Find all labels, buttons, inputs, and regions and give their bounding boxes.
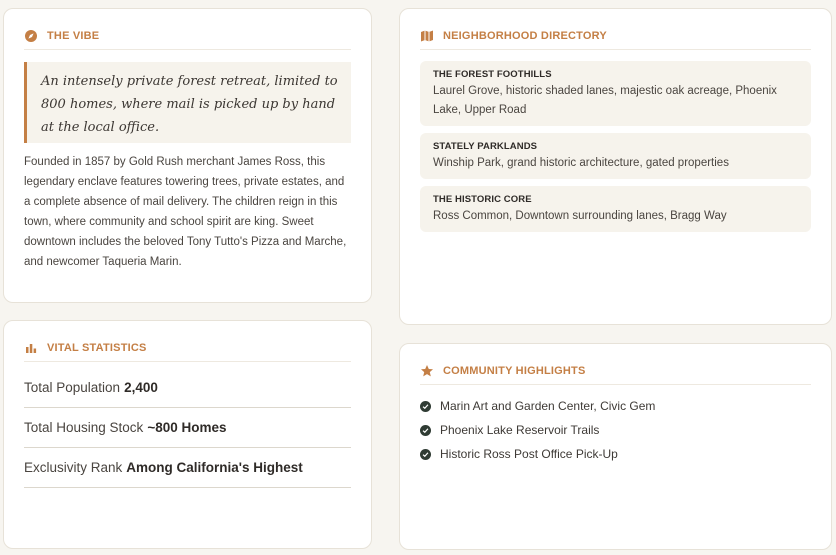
vibe-description: Founded in 1857 by Gold Rush merchant Ja… [24, 156, 347, 268]
neighborhood-item: THE HISTORIC CORE Ross Common, Downtown … [420, 186, 811, 232]
bar-chart-icon [24, 341, 38, 355]
neighborhood-description: Winship Park, grand historic architectur… [433, 157, 729, 169]
stats-list: Total Population 2,400 Total Housing Sto… [24, 368, 351, 488]
highlight-item: Marin Art and Garden Center, Civic Gem [420, 394, 811, 418]
vibe-quote: An intensely private forest retreat, lim… [24, 62, 351, 143]
stat-row-population: Total Population 2,400 [24, 368, 351, 408]
stat-value: 2,400 [124, 380, 158, 395]
neighborhood-list: THE FOREST FOOTHILLS Laurel Grove, histo… [420, 61, 811, 232]
check-circle-icon [420, 400, 431, 412]
highlights-list: Marin Art and Garden Center, Civic Gem P… [420, 394, 811, 466]
check-circle-icon [420, 448, 431, 460]
vibe-card: THE VIBE An intensely private forest ret… [3, 8, 372, 303]
check-circle-icon [420, 424, 431, 436]
stat-value: Among California's Highest [126, 460, 303, 475]
vibe-title: THE VIBE [47, 30, 100, 42]
neighborhood-name: THE FOREST FOOTHILLS [433, 69, 552, 80]
highlight-label: Marin Art and Garden Center, Civic Gem [440, 399, 656, 413]
stat-row-housing: Total Housing Stock ~800 Homes [24, 408, 351, 448]
directory-card: NEIGHBORHOOD DIRECTORY THE FOREST FOOTHI… [399, 8, 832, 325]
compass-icon [24, 29, 38, 43]
highlight-label: Phoenix Lake Reservoir Trails [440, 423, 600, 437]
highlight-label: Historic Ross Post Office Pick-Up [440, 447, 618, 461]
stat-label: Total Population [24, 380, 121, 395]
star-icon [420, 364, 434, 378]
directory-title: NEIGHBORHOOD DIRECTORY [443, 30, 607, 42]
neighborhood-name: THE HISTORIC CORE [433, 194, 532, 205]
highlight-item: Historic Ross Post Office Pick-Up [420, 442, 811, 466]
directory-header: NEIGHBORHOOD DIRECTORY [420, 29, 811, 50]
highlights-header: COMMUNITY HIGHLIGHTS [420, 364, 811, 385]
stat-value: ~800 Homes [147, 420, 227, 435]
neighborhood-name: STATELY PARKLANDS [433, 141, 538, 152]
stat-row-exclusivity: Exclusivity Rank Among California's High… [24, 448, 351, 488]
highlights-card: COMMUNITY HIGHLIGHTS Marin Art and Garde… [399, 343, 832, 550]
neighborhood-item: THE FOREST FOOTHILLS Laurel Grove, histo… [420, 61, 811, 126]
neighborhood-description: Ross Common, Downtown surrounding lanes,… [433, 210, 727, 222]
neighborhood-item: STATELY PARKLANDS Winship Park, grand hi… [420, 133, 811, 179]
stat-label: Total Housing Stock [24, 420, 144, 435]
stats-header: VITAL STATISTICS [24, 341, 351, 362]
map-icon [420, 29, 434, 43]
stats-card: VITAL STATISTICS Total Population 2,400 … [3, 320, 372, 549]
vibe-header: THE VIBE [24, 29, 351, 50]
neighborhood-description: Laurel Grove, historic shaded lanes, maj… [433, 85, 777, 116]
highlight-item: Phoenix Lake Reservoir Trails [420, 418, 811, 442]
stat-label: Exclusivity Rank [24, 460, 123, 475]
stats-title: VITAL STATISTICS [47, 342, 147, 354]
highlights-title: COMMUNITY HIGHLIGHTS [443, 365, 586, 377]
